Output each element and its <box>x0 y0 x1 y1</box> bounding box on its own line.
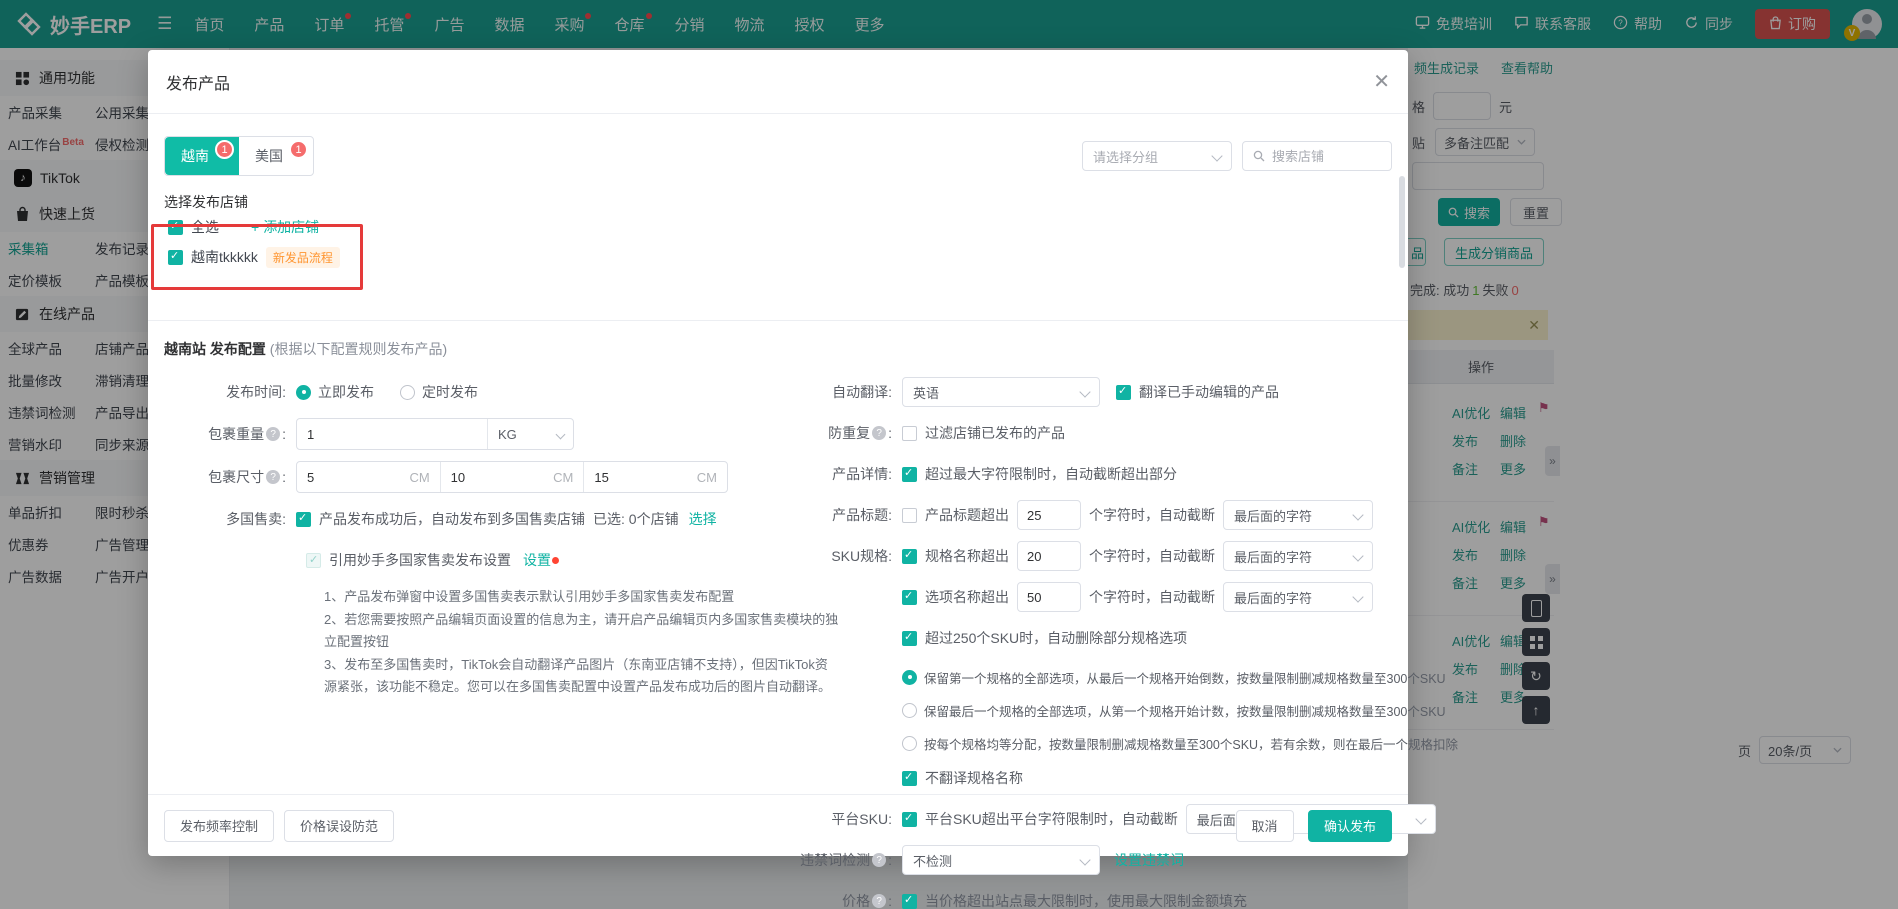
new-flow-tag: 新发品流程 <box>266 247 340 268</box>
title-truncate-select[interactable]: 最后面的字符 <box>1223 500 1373 530</box>
sku-trim-radio[interactable] <box>902 736 917 751</box>
help-icon[interactable]: ? <box>266 427 280 441</box>
divider <box>148 320 1408 321</box>
shop-checkbox[interactable] <box>168 250 183 265</box>
product-title-label: 产品标题: <box>810 505 902 525</box>
shop-section-heading: 选择发布店铺 <box>164 192 1392 212</box>
notification-dot <box>552 557 559 564</box>
title-limit-input[interactable]: 25 <box>1017 500 1081 530</box>
count-badge: 1 <box>289 140 308 159</box>
help-icon[interactable]: ? <box>872 426 886 440</box>
select-shops-link[interactable]: 选择 <box>689 509 717 529</box>
spec-name-limit-input[interactable]: 20 <box>1017 541 1081 571</box>
auto-translate-label: 自动翻译: <box>810 382 902 402</box>
spec-name-checkbox[interactable] <box>902 549 917 564</box>
price-fill-checkbox[interactable] <box>902 894 917 909</box>
size-height-input[interactable]: 15CM <box>583 462 727 492</box>
option-name-limit-input[interactable]: 50 <box>1017 582 1081 612</box>
close-icon[interactable]: ✕ <box>1373 72 1390 92</box>
weight-label: 包裹重量?: <box>164 424 296 444</box>
tab-usa[interactable]: 美国1 <box>239 137 313 175</box>
option-name-checkbox[interactable] <box>902 590 917 605</box>
dedupe-label: 防重复?: <box>810 423 902 443</box>
confirm-publish-button[interactable]: 确认发布 <box>1308 810 1392 842</box>
publish-now-radio[interactable] <box>296 385 311 400</box>
translate-language-select[interactable]: 英语 <box>902 377 1100 407</box>
config-section-title: 越南站 发布配置 (根据以下配置规则发布产品) <box>164 339 1392 359</box>
multi-country-notes: 1、产品发布弹窗中设置多国售卖表示默认引用妙手多国家售卖发布配置2、若您需要按照… <box>324 586 840 698</box>
select-all-checkbox[interactable] <box>168 220 183 235</box>
site-tabs: 越南1 美国1 <box>164 136 314 176</box>
publish-scheduled-radio[interactable] <box>400 385 415 400</box>
sku-trim-radio[interactable] <box>902 670 917 685</box>
help-icon[interactable]: ? <box>266 470 280 484</box>
selected-shops-count: 已选: 0个店铺 <box>593 509 679 529</box>
dedupe-checkbox[interactable] <box>902 426 917 441</box>
title-truncate-checkbox[interactable] <box>902 508 917 523</box>
select-all-label: 全选 <box>191 217 219 237</box>
add-shop-link[interactable]: +添加店铺 <box>251 217 319 237</box>
scrollbar-thumb[interactable] <box>1399 176 1405 268</box>
multi-country-settings-link[interactable]: 设置 <box>523 550 551 570</box>
note-line: 2、若您需要按照产品编辑页面设置的信息为主，请开启产品编辑页内多国家售卖模块的独… <box>324 609 840 653</box>
sku-trim-radio[interactable] <box>902 703 917 718</box>
weight-unit-select[interactable]: KG <box>487 419 573 449</box>
shop-list: 全选 +添加店铺 越南tkkkkk 新发品流程 <box>164 212 1392 316</box>
modal-title: 发布产品 <box>166 70 230 94</box>
shop-name: 越南tkkkkk <box>191 247 258 267</box>
multi-country-label: 多国售卖: <box>164 509 296 529</box>
cancel-button[interactable]: 取消 <box>1236 810 1294 842</box>
price-label: 价格?: <box>810 891 902 909</box>
quote-settings-checkbox[interactable] <box>306 553 321 568</box>
publish-product-modal: 发布产品 ✕ 越南1 美国1 请选择分组 选择发布店铺 全选 + <box>148 50 1408 856</box>
product-detail-label: 产品详情: <box>810 464 902 484</box>
shop-search-input[interactable] <box>1272 149 1381 164</box>
search-icon <box>1253 150 1265 162</box>
size-width-input[interactable]: 10CM <box>440 462 584 492</box>
size-label: 包裹尺寸?: <box>164 467 296 487</box>
tab-vietnam[interactable]: 越南1 <box>165 137 239 175</box>
weight-input[interactable]: 1 <box>297 419 487 449</box>
frequency-control-button[interactable]: 发布频率控制 <box>164 810 274 842</box>
price-guard-button[interactable]: 价格误设防范 <box>284 810 394 842</box>
detail-truncate-checkbox[interactable] <box>902 467 917 482</box>
sku-spec-label: SKU规格: <box>810 546 902 566</box>
sku-trim-options: 保留第一个规格的全部选项，从最后一个规格开始倒数，按数量限制删减规格数量至300… <box>810 664 1458 756</box>
help-icon[interactable]: ? <box>872 894 886 908</box>
note-line: 1、产品发布弹窗中设置多国售卖表示默认引用妙手多国家售卖发布配置 <box>324 586 840 608</box>
group-select[interactable]: 请选择分组 <box>1082 141 1232 171</box>
weight-input-group: 1 KG <box>296 418 574 450</box>
spec-name-truncate-select[interactable]: 最后面的字符 <box>1223 541 1373 571</box>
note-line: 3、发布至多国售卖时，TikTok会自动翻译产品图片（东南亚店铺不支持），但因T… <box>324 654 840 698</box>
translate-edited-checkbox[interactable] <box>1116 385 1131 400</box>
size-length-input[interactable]: 5CM <box>297 462 440 492</box>
option-name-truncate-select[interactable]: 最后面的字符 <box>1223 582 1373 612</box>
publish-time-label: 发布时间: <box>164 382 296 402</box>
count-badge: 1 <box>215 140 234 159</box>
no-translate-spec-checkbox[interactable] <box>902 771 917 786</box>
size-inputs: 5CM 10CM 15CM <box>296 461 728 493</box>
shop-search[interactable] <box>1242 141 1392 171</box>
multi-country-checkbox[interactable] <box>296 512 311 527</box>
sku-over-limit-checkbox[interactable] <box>902 631 917 646</box>
plus-icon: + <box>251 219 259 235</box>
